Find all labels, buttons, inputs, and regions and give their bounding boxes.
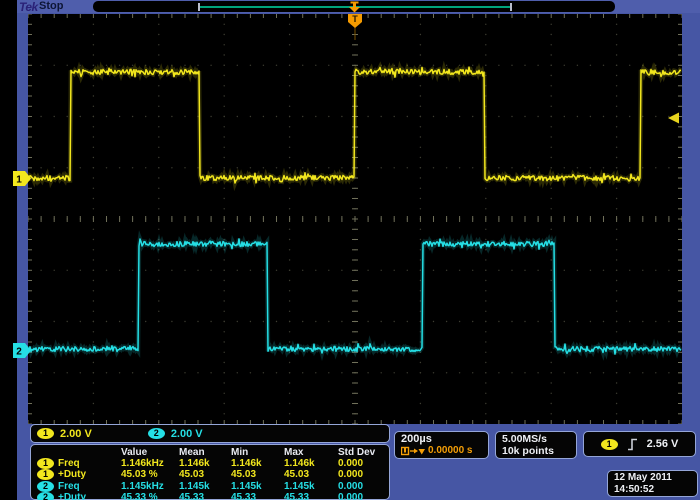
timebase-scale: 200µs bbox=[401, 433, 488, 445]
row-channel-badge: 2 bbox=[37, 492, 54, 500]
acquisition-record-bar bbox=[93, 1, 615, 12]
time-label: 14:50:52 bbox=[614, 484, 697, 496]
waveform-plot: T bbox=[28, 14, 682, 424]
channel2-badge: 2 bbox=[148, 428, 165, 439]
meas-mean: 45.33 bbox=[179, 492, 231, 500]
channel2-scale: 2.00 V bbox=[171, 428, 203, 440]
trigger-level-arrow-icon bbox=[668, 113, 679, 124]
row-channel-badge: 1 bbox=[37, 469, 54, 480]
meas-name: Freq bbox=[58, 458, 80, 469]
svg-text:T: T bbox=[352, 14, 358, 24]
trigger-delay-icon bbox=[401, 446, 425, 456]
meas-stddev: 0.000 bbox=[338, 469, 389, 480]
header-mean: Mean bbox=[179, 447, 231, 458]
table-row: 2 +Duty 45.33 % 45.33 45.33 45.33 0.000 bbox=[37, 492, 389, 500]
record-length: 10k points bbox=[502, 445, 576, 457]
meas-name: +Duty bbox=[58, 469, 86, 480]
channel2-ground-marker: 2 bbox=[13, 343, 31, 358]
row-channel-badge: 2 bbox=[37, 481, 54, 492]
channel-scale-bar: 1 2.00 V 2 2.00 V bbox=[30, 424, 390, 443]
trigger-position-flag: T bbox=[348, 14, 362, 40]
meas-min: 45.33 bbox=[231, 492, 284, 500]
table-row: 2 Freq 1.145kHz 1.145k 1.145k 1.145k 0.00… bbox=[37, 481, 389, 492]
datetime-readout: 12 May 2011 14:50:52 bbox=[607, 470, 698, 497]
channel1-badge: 1 bbox=[37, 428, 54, 439]
meas-min: 1.145k bbox=[231, 481, 284, 492]
trigger-level-value: 2.56 V bbox=[647, 438, 679, 450]
channel1-ground-marker: 1 bbox=[13, 171, 31, 186]
timebase-readout: 200µs 0.00000 s bbox=[394, 431, 489, 459]
tek-logo: Tek bbox=[19, 0, 38, 14]
table-row: 1 +Duty 45.03 % 45.03 45.03 45.03 0.000 bbox=[37, 469, 389, 480]
meas-value: 1.145kHz bbox=[121, 481, 179, 492]
row-channel-badge: 1 bbox=[37, 458, 54, 469]
meas-min: 45.03 bbox=[231, 469, 284, 480]
meas-min: 1.146k bbox=[231, 458, 284, 469]
header-max: Max bbox=[284, 447, 338, 458]
header-stddev: Std Dev bbox=[338, 447, 389, 458]
trigger-readout: 1 2.56 V bbox=[583, 431, 696, 457]
meas-value: 1.146kHz bbox=[121, 458, 179, 469]
svg-text:2: 2 bbox=[16, 347, 22, 358]
rising-edge-icon bbox=[627, 438, 638, 451]
svg-text:1: 1 bbox=[16, 175, 22, 186]
meas-name: +Duty bbox=[58, 492, 86, 500]
trigger-position-value: 0.00000 s bbox=[428, 445, 473, 456]
acquisition-status: Stop bbox=[39, 0, 63, 12]
channel1-scale: 2.00 V bbox=[60, 428, 92, 440]
sample-rate: 5.00MS/s bbox=[502, 433, 576, 445]
header-min: Min bbox=[231, 447, 284, 458]
table-row: 1 Freq 1.146kHz 1.146k 1.146k 1.146k 0.00… bbox=[37, 458, 389, 469]
meas-mean: 1.145k bbox=[179, 481, 231, 492]
meas-max: 45.03 bbox=[284, 469, 338, 480]
meas-mean: 45.03 bbox=[179, 469, 231, 480]
date-label: 12 May 2011 bbox=[614, 472, 697, 484]
window-bracket-right bbox=[510, 3, 512, 11]
meas-value: 45.03 % bbox=[121, 469, 179, 480]
meas-name: Freq bbox=[58, 481, 80, 492]
acquisition-readout: 5.00MS/s 10k points bbox=[495, 431, 577, 459]
left-edge-strip bbox=[0, 0, 17, 500]
trigger-source-badge: 1 bbox=[601, 439, 618, 450]
header-blank bbox=[37, 447, 121, 458]
measurement-table: Value Mean Min Max Std Dev 1 Freq 1.146kH… bbox=[30, 444, 390, 500]
header-value: Value bbox=[121, 447, 179, 458]
measurement-header-row: Value Mean Min Max Std Dev bbox=[37, 447, 389, 458]
graticule-area: T bbox=[28, 14, 682, 424]
meas-max: 1.146k bbox=[284, 458, 338, 469]
meas-stddev: 0.000 bbox=[338, 481, 389, 492]
oscilloscope-screen: Tek Stop T 1 2 bbox=[0, 0, 700, 500]
meas-max: 45.33 bbox=[284, 492, 338, 500]
trigger-record-position-icon bbox=[348, 1, 361, 13]
meas-stddev: 0.000 bbox=[338, 492, 389, 500]
meas-stddev: 0.000 bbox=[338, 458, 389, 469]
window-bracket-left bbox=[198, 3, 200, 11]
meas-value: 45.33 % bbox=[121, 492, 179, 500]
meas-max: 1.145k bbox=[284, 481, 338, 492]
meas-mean: 1.146k bbox=[179, 458, 231, 469]
